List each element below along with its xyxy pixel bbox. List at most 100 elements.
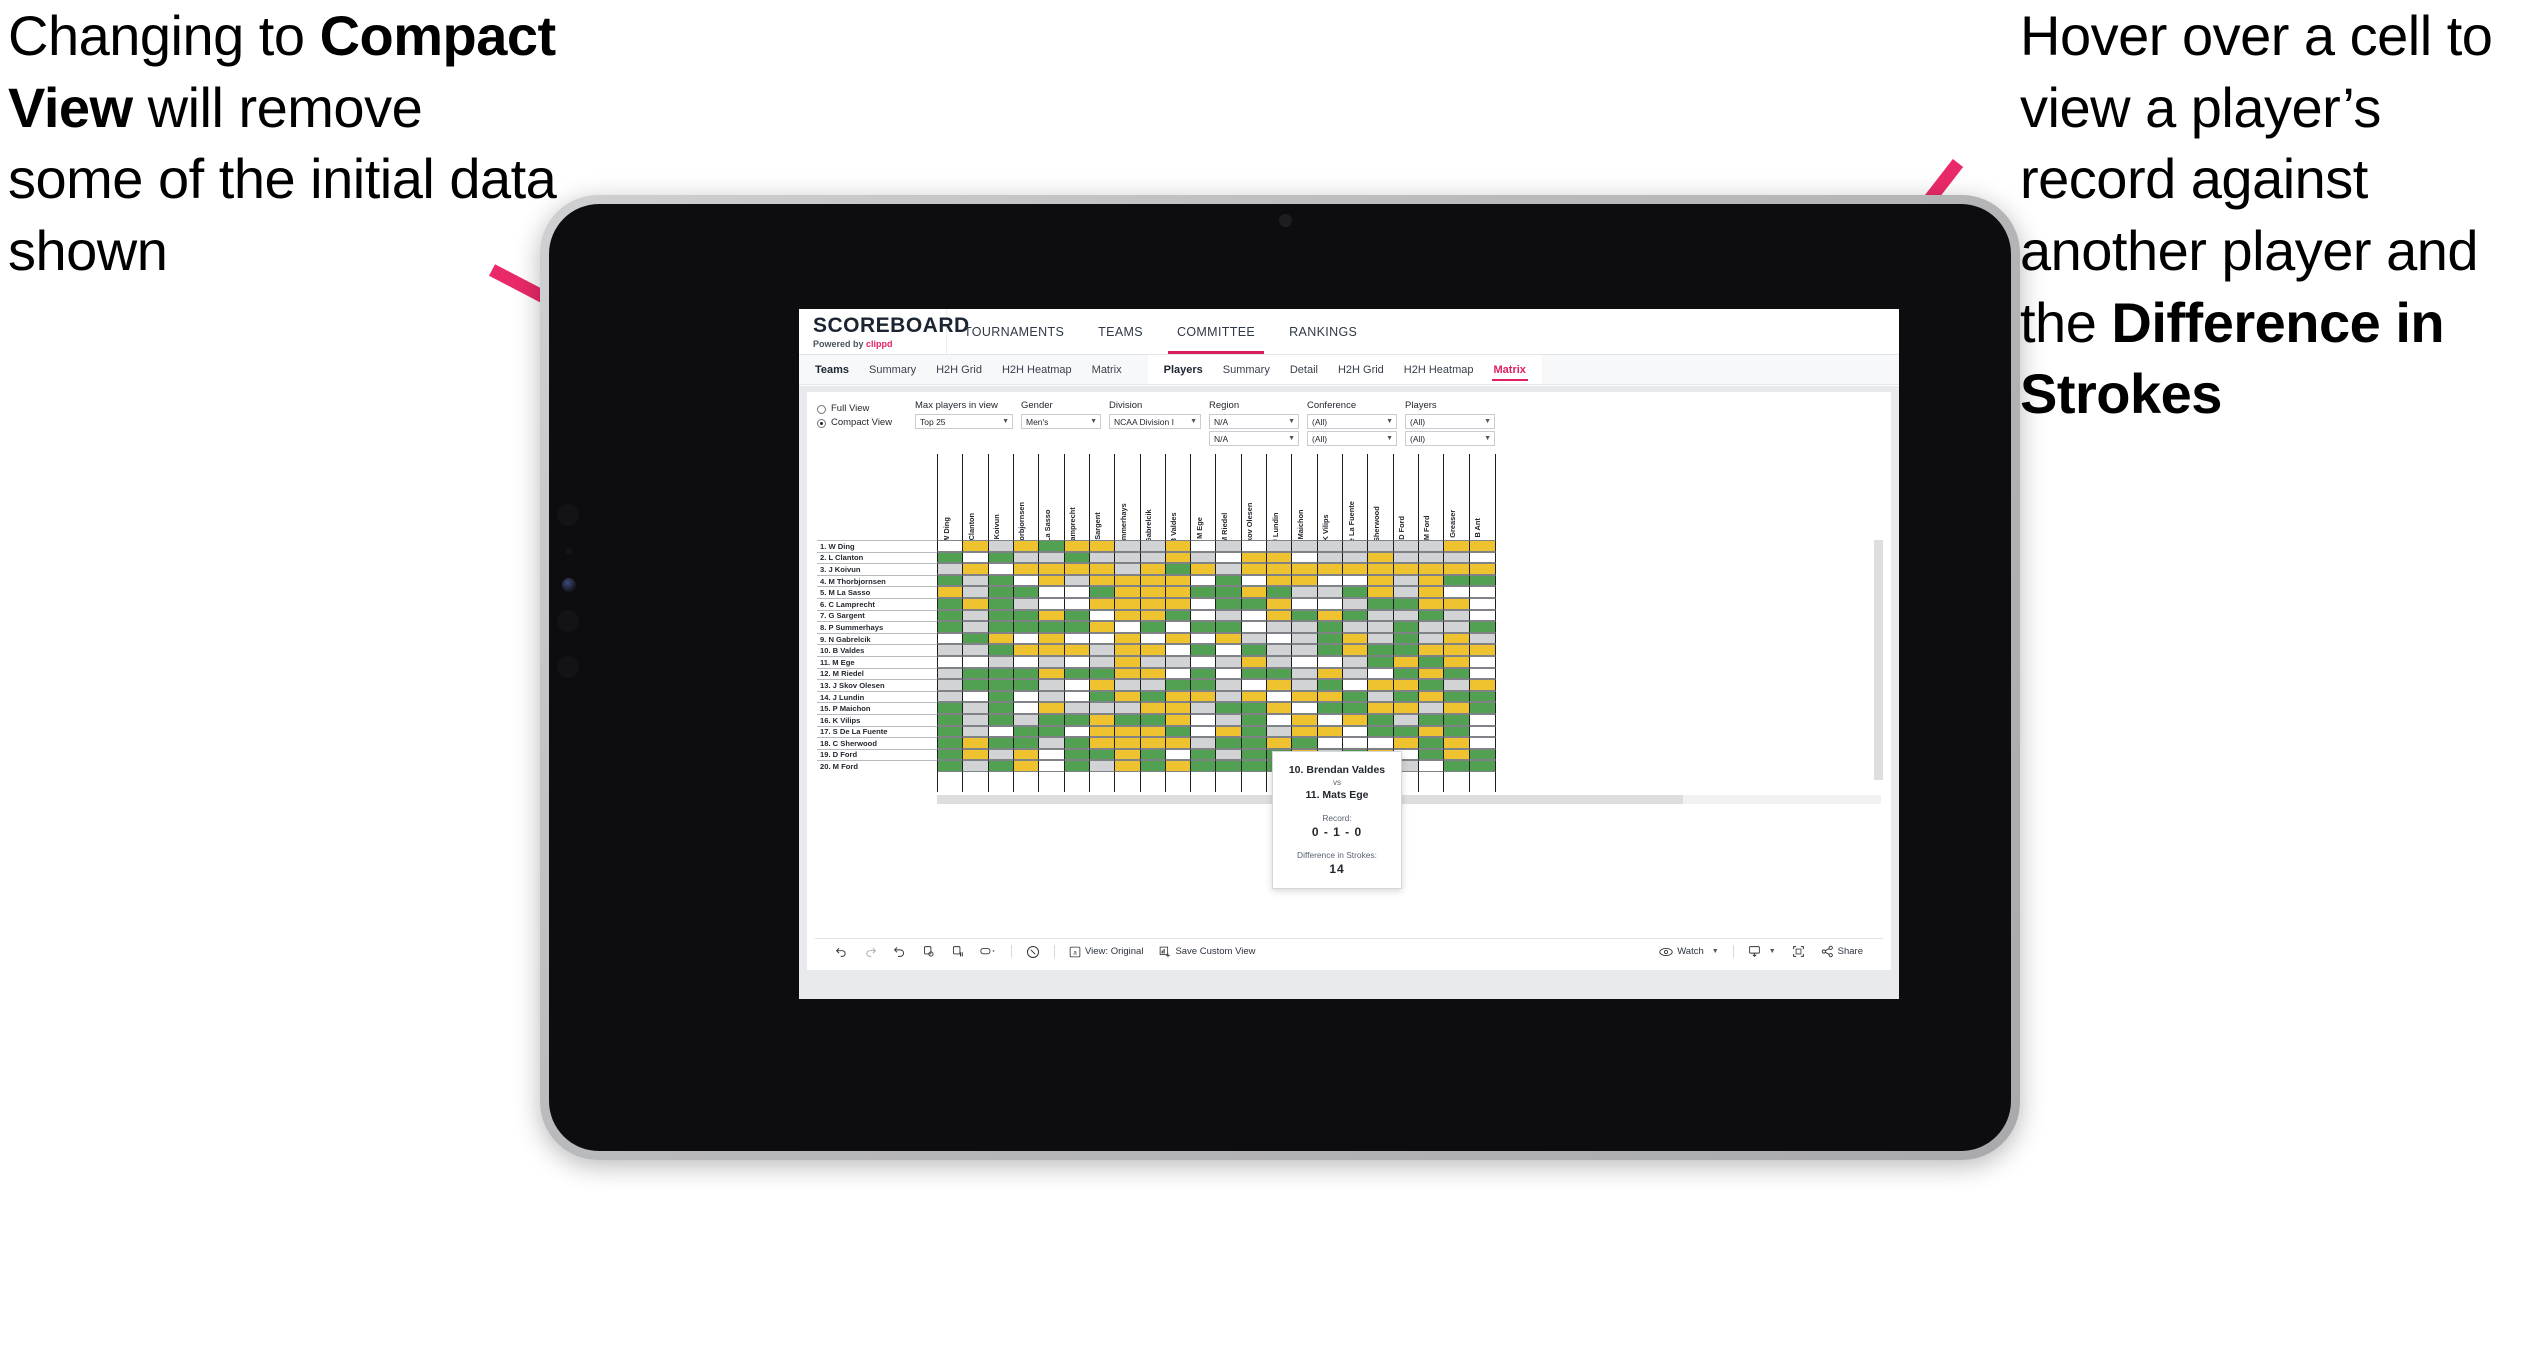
matrix-cell[interactable] (1215, 540, 1243, 552)
matrix-cell[interactable] (1038, 702, 1066, 714)
matrix-cell[interactable] (937, 725, 964, 738)
matrix-cell[interactable] (1316, 655, 1344, 668)
matrix-cell[interactable] (1291, 702, 1319, 714)
matrix-cell[interactable] (1468, 597, 1496, 610)
matrix-cell[interactable] (962, 748, 990, 761)
matrix-cell[interactable] (1443, 632, 1471, 645)
matrix-cell[interactable] (1114, 644, 1142, 656)
matrix-cell[interactable] (987, 609, 1015, 622)
matrix-cell[interactable] (1063, 725, 1091, 738)
matrix-cell[interactable] (1443, 655, 1471, 668)
matrix-cell[interactable] (1240, 563, 1268, 575)
matrix-cell[interactable] (1063, 597, 1091, 610)
matrix-cell[interactable] (1392, 563, 1420, 575)
matrix-cell[interactable] (1215, 679, 1243, 691)
matrix-cell[interactable] (1038, 609, 1066, 622)
matrix-cell[interactable] (1367, 574, 1395, 587)
redo-button[interactable] (856, 945, 885, 958)
matrix-cell[interactable] (1114, 609, 1142, 622)
matrix-cell[interactable] (1063, 679, 1091, 691)
subnav-teams-h2h-heatmap[interactable]: H2H Heatmap (992, 355, 1082, 385)
matrix-cell[interactable] (1114, 563, 1142, 575)
matrix-cell[interactable] (1316, 644, 1344, 656)
matrix-cell[interactable] (1063, 644, 1091, 656)
subnav-teams-summary[interactable]: Summary (859, 355, 926, 385)
matrix-cell[interactable] (1468, 690, 1496, 703)
power-button[interactable] (557, 656, 579, 678)
matrix-cell[interactable] (1164, 760, 1192, 772)
matrix-cell[interactable] (1367, 713, 1395, 726)
matrix-cell[interactable] (1417, 737, 1445, 749)
matrix-cell[interactable] (1063, 574, 1091, 587)
filter-conference-select-2[interactable]: (All) ▼ (1307, 431, 1397, 446)
matrix-cell[interactable] (1417, 597, 1445, 610)
matrix-cell[interactable] (1266, 586, 1294, 598)
matrix-cell[interactable] (1088, 586, 1116, 598)
matrix-cell[interactable] (1342, 690, 1369, 703)
matrix-cell[interactable] (987, 621, 1015, 633)
matrix-cell[interactable] (1164, 574, 1192, 587)
matrix-cell[interactable] (1012, 609, 1040, 622)
matrix-cell[interactable] (1392, 632, 1420, 645)
matrix-cell[interactable] (1139, 621, 1167, 633)
matrix-cell[interactable] (1190, 690, 1218, 703)
view-original-button[interactable]: a View: Original (1061, 946, 1151, 958)
matrix-cell[interactable] (1443, 737, 1471, 749)
matrix-cell[interactable] (1215, 690, 1243, 703)
matrix-cell[interactable] (1266, 679, 1294, 691)
matrix-cell[interactable] (1215, 551, 1243, 564)
matrix-cell[interactable] (1114, 737, 1142, 749)
matrix-cell[interactable] (937, 748, 964, 761)
matrix-cell[interactable] (987, 563, 1015, 575)
matrix-cell[interactable] (1468, 702, 1496, 714)
matrix-cell[interactable] (1417, 563, 1445, 575)
matrix-cell[interactable] (987, 760, 1015, 772)
matrix-cell[interactable] (1266, 597, 1294, 610)
matrix-cell[interactable] (962, 690, 990, 703)
matrix-cell[interactable] (1012, 702, 1040, 714)
matrix-cell[interactable] (1190, 540, 1218, 552)
matrix-cell[interactable] (937, 632, 964, 645)
matrix-cell[interactable] (1266, 632, 1294, 645)
matrix-cell[interactable] (1443, 644, 1471, 656)
subnav-players-matrix[interactable]: Matrix (1484, 355, 1536, 385)
matrix-cell[interactable] (1012, 690, 1040, 703)
matrix-cell[interactable] (1088, 563, 1116, 575)
matrix-cell[interactable] (1316, 702, 1344, 714)
matrix-cell[interactable] (1215, 644, 1243, 656)
matrix-cell[interactable] (1342, 725, 1369, 738)
matrix-cell[interactable] (962, 574, 990, 587)
matrix-cell[interactable] (1139, 679, 1167, 691)
matrix-cell[interactable] (1367, 597, 1395, 610)
matrix-cell[interactable] (937, 760, 964, 772)
matrix-cell[interactable] (1291, 563, 1319, 575)
matrix-cell[interactable] (987, 679, 1015, 691)
matrix-cell[interactable] (1367, 655, 1395, 668)
matrix-cell[interactable] (1240, 713, 1268, 726)
matrix-cell[interactable] (937, 551, 964, 564)
matrix-cell[interactable] (1291, 632, 1319, 645)
shape-dropdown-button[interactable] (972, 945, 1005, 958)
matrix-cell[interactable] (1139, 690, 1167, 703)
matrix-cell[interactable] (1468, 725, 1496, 738)
matrix-cell[interactable] (1367, 667, 1395, 680)
matrix-cell[interactable] (1392, 540, 1420, 552)
horizontal-scrollbar[interactable] (937, 794, 1881, 804)
matrix-cell[interactable] (937, 574, 964, 587)
matrix-cell[interactable] (987, 713, 1015, 726)
matrix-cell[interactable] (987, 644, 1015, 656)
matrix-cell[interactable] (1266, 737, 1294, 749)
matrix-cell[interactable] (1417, 713, 1445, 726)
matrix-cell[interactable] (1468, 644, 1496, 656)
matrix-cell[interactable] (1215, 563, 1243, 575)
matrix-cell[interactable] (1139, 597, 1167, 610)
matrix-cell[interactable] (937, 586, 964, 598)
matrix-cell[interactable] (1012, 725, 1040, 738)
matrix-cell[interactable] (1190, 609, 1218, 622)
matrix-cell[interactable] (1164, 586, 1192, 598)
matrix-cell[interactable] (1443, 586, 1471, 598)
matrix-cell[interactable] (1240, 540, 1268, 552)
matrix-cell[interactable] (1367, 725, 1395, 738)
matrix-cell[interactable] (1443, 597, 1471, 610)
matrix-cell[interactable] (987, 574, 1015, 587)
